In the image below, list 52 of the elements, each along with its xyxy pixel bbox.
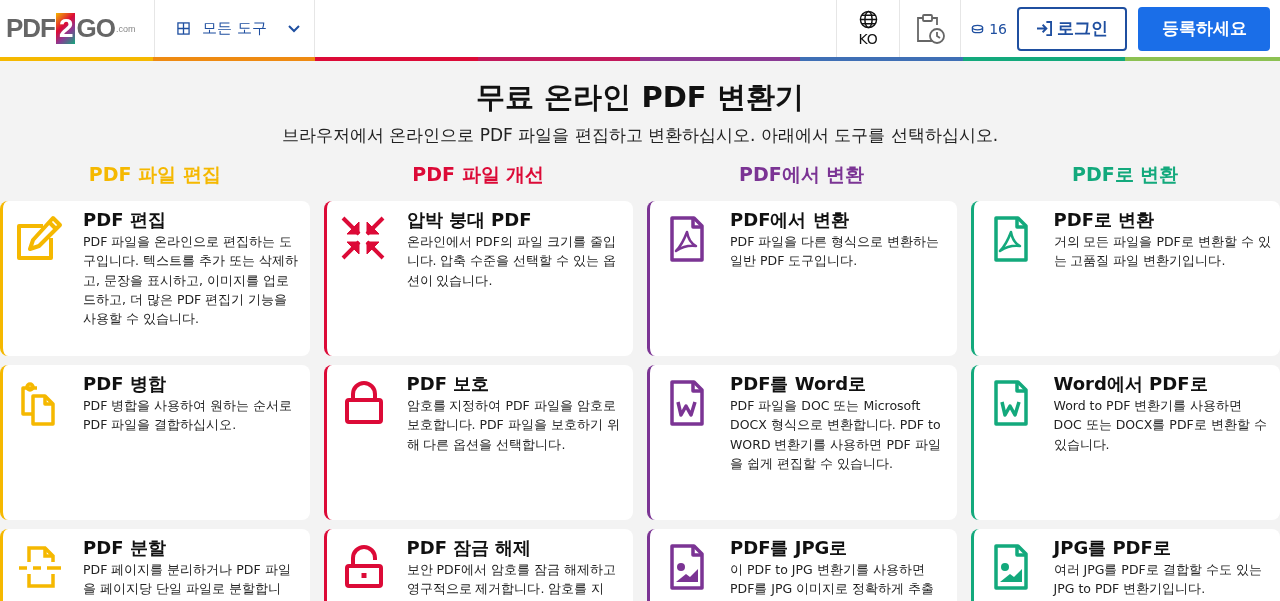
signup-button[interactable]: 등록하세요 <box>1138 6 1270 51</box>
page-title: 무료 온라인 PDF 변환기 <box>475 79 805 116</box>
category-heading: PDF로 변환 <box>1071 162 1180 187</box>
tool-title: PDF로 변환 <box>1053 208 1156 232</box>
tool-title: PDF를 Word로 <box>730 372 868 396</box>
tool-card[interactable]: PDF로 변환 거의 모든 파일을 PDF로 변환할 수 있는 고품질 파일 변환기입니다. <box>970 201 1280 356</box>
tool-description: 이 PDF to JPG 변환기를 사용하면 PDF를 JPG 이미지로 정확하게 추출 <box>730 561 936 599</box>
tool-description: 거의 모든 파일을 PDF로 변환할 수 있는 고품질 파일 변환기입니다. <box>1053 233 1272 271</box>
globe-icon <box>858 10 878 29</box>
tool-title: JPG를 PDF로 <box>1053 536 1172 560</box>
coins-icon <box>971 23 985 34</box>
tool-title: 압박 붕대 PDF <box>406 208 533 232</box>
tool-title: Word에서 PDF로 <box>1053 372 1209 396</box>
tool-card[interactable]: Word에서 PDF로 Word to PDF 변환기를 사용하면 DOC 또는 DOCX를 PDF로 변환할 수 있습니다. <box>970 365 1280 520</box>
tool-title: PDF를 JPG로 <box>730 536 849 560</box>
tool-card[interactable]: PDF를 JPG로 이 PDF to JPG 변환기를 사용하면 PDF를 JPG 이미지로 정확하게 추출 <box>647 529 957 601</box>
tool-card[interactable]: PDF 편집 PDF 파일을 온라인으로 편집하는 도구입니다. 텍스트를 추가 또는 삭제하고, 문장을 표시하고, 이미지를 업로드하고, 더 많은 PDF 편집기 기능을 사용할 수 있습니다. <box>0 201 310 356</box>
tool-title: PDF 잠금 해제 <box>406 536 533 560</box>
tool-description: PDF 페이지를 분리하거나 PDF 파일을 페이지당 단일 파일로 분할합니 <box>83 561 292 599</box>
category-heading: PDF 파일 편집 <box>87 162 222 187</box>
page-subtitle: 브라우저에서 온라인으로 PDF 파일을 편집하고 변환하십시오. 아래에서 도구를 선택하십시오. <box>280 124 1000 147</box>
tool-description: 보안 PDF에서 암호를 잠금 해제하고 영구적으로 제거합니다. 암호를 지 <box>406 561 617 599</box>
tool-title: PDF 병합 <box>83 372 167 396</box>
chevron-down-icon <box>286 23 301 34</box>
login-button[interactable]: 로그인 <box>1017 6 1127 51</box>
language-button[interactable]: KO <box>836 0 901 57</box>
clipboard-clock-icon[interactable] <box>915 12 946 45</box>
tool-card[interactable]: PDF에서 변환 PDF 파일을 다른 형식으로 변환하는 일반 PDF 도구입니다. <box>647 201 957 356</box>
tool-title: PDF 편집 <box>83 208 167 232</box>
tool-card[interactable]: PDF를 Word로 PDF 파일을 DOC 또는 Microsoft DOCX 형식으로 변환합니다. PDF to WORD 변환기를 사용하면 PDF 파일을 쉽게 편집할 수 있습니다. <box>647 365 957 520</box>
tool-title: PDF 분할 <box>83 536 167 560</box>
tool-title: PDF에서 변환 <box>730 208 850 232</box>
category-heading: PDF에서 변환 <box>738 162 866 187</box>
tool-card[interactable]: PDF 보호 암호를 지정하여 PDF 파일을 암호로 보호합니다. PDF 파일을 보호하기 위해 다른 옵션을 선택합니다. <box>323 365 633 520</box>
tool-card[interactable]: 압박 붕대 PDF 온라인에서 PDF의 파일 크기를 줄입니다. 압축 수준을 선택할 수 있는 옵션이 있습니다. <box>323 201 633 356</box>
tool-title: PDF 보호 <box>406 372 491 396</box>
tool-description: 암호를 지정하여 PDF 파일을 암호로 보호합니다. PDF 파일을 보호하기 위해 다른 옵션을 선택합니다. <box>406 397 621 454</box>
credits-count: 16 <box>989 20 1007 37</box>
tool-description: Word to PDF 변환기를 사용하면 DOC 또는 DOCX를 PDF로 변환할 수 있습니다. <box>1053 397 1268 454</box>
tool-description: PDF 파일을 온라인으로 편집하는 도구입니다. 텍스트를 추가 또는 삭제하고, 문장을 표시하고, 이미지를 업로드하고, 더 많은 PDF 편집기 기능을 사용할 수 있습니다. <box>83 233 299 329</box>
tool-card[interactable]: PDF 분할 PDF 페이지를 분리하거나 PDF 파일을 페이지당 단일 파일로 분할합니 <box>0 529 310 601</box>
tool-description: 온라인에서 PDF의 파일 크기를 줄입니다. 압축 수준을 선택할 수 있는 옵션이 있습니다. <box>406 233 618 290</box>
category-heading: PDF 파일 개선 <box>411 162 546 187</box>
tool-description: PDF 병합을 사용하여 원하는 순서로 PDF 파일을 결합하십시오. <box>83 397 294 435</box>
tool-card[interactable]: JPG를 PDF로 여러 JPG를 PDF로 결합할 수도 있는 JPG to PDF 변환기입니다. <box>970 529 1280 601</box>
tool-description: PDF 파일을 다른 형식으로 변환하는 일반 PDF 도구입니다. <box>730 233 941 271</box>
tool-description: 여러 JPG를 PDF로 결합할 수도 있는 JPG to PDF 변환기입니다. <box>1053 561 1263 599</box>
tool-description: PDF 파일을 DOC 또는 Microsoft DOCX 형식으로 변환합니다. PDF to WORD 변환기를 사용하면 PDF 파일을 쉽게 편집할 수 있습니다. <box>730 397 942 473</box>
tool-card[interactable]: PDF 잠금 해제 보안 PDF에서 암호를 잠금 해제하고 영구적으로 제거합니다. 암호를 지 <box>323 529 633 601</box>
login-icon <box>1036 21 1053 36</box>
grid-icon <box>177 22 190 35</box>
tool-card[interactable]: PDF 병합 PDF 병합을 사용하여 원하는 순서로 PDF 파일을 결합하십시오. <box>0 365 310 520</box>
